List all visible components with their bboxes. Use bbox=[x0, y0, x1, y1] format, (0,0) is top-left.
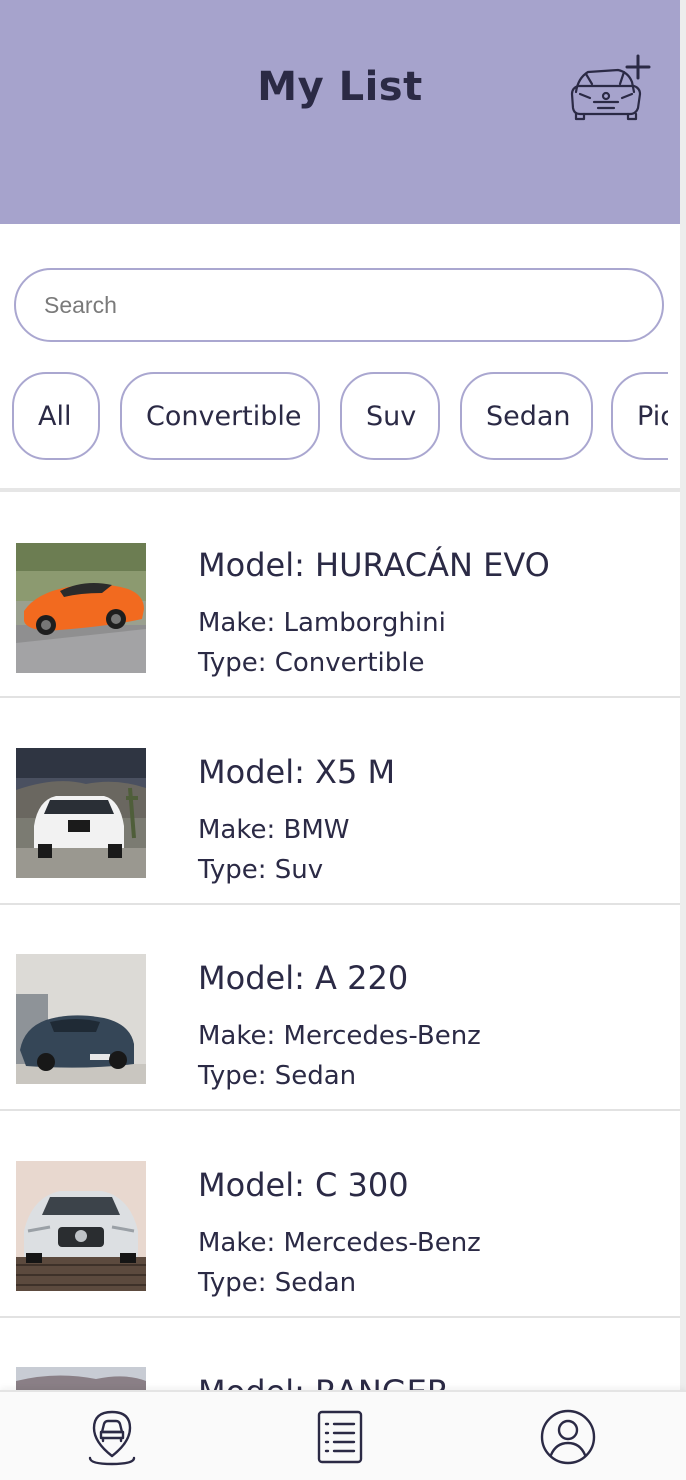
car-make: Make: Mercedes-Benz bbox=[198, 1228, 481, 1258]
pickup-photo bbox=[16, 1367, 146, 1390]
list-item[interactable]: Model: A 220 Make: Mercedes-Benz Type: S… bbox=[0, 905, 680, 1111]
car-make: Make: BMW bbox=[198, 815, 350, 845]
filter-chip-pickup[interactable]: Pickup bbox=[611, 372, 668, 460]
list-icon bbox=[317, 1410, 363, 1464]
car-make: Make: Lamborghini bbox=[198, 608, 446, 638]
car-type: Type: Suv bbox=[198, 855, 324, 885]
filter-chip-all[interactable]: All bbox=[12, 372, 100, 460]
car-model: Model: C 300 bbox=[198, 1166, 409, 1204]
add-car-button[interactable] bbox=[566, 52, 656, 122]
filter-chip-suv[interactable]: Suv bbox=[340, 372, 440, 460]
list-item[interactable]: Model: HURACÁN EVO Make: Lamborghini Typ… bbox=[0, 492, 680, 698]
car-list[interactable]: Model: HURACÁN EVO Make: Lamborghini Typ… bbox=[0, 492, 680, 1390]
white-suv-photo bbox=[16, 748, 146, 878]
chip-label: Convertible bbox=[146, 400, 302, 432]
app-header: My List bbox=[0, 0, 680, 224]
dark-blue-sedan-photo bbox=[16, 954, 146, 1084]
car-model: Model: X5 M bbox=[198, 753, 396, 791]
silver-sedan-photo bbox=[16, 1161, 146, 1291]
chip-label: All bbox=[38, 400, 72, 432]
chip-label: Suv bbox=[366, 400, 417, 432]
car-type: Type: Sedan bbox=[198, 1061, 357, 1091]
chip-label: Sedan bbox=[486, 400, 571, 432]
filter-chip-sedan[interactable]: Sedan bbox=[460, 372, 593, 460]
filter-chip-convertible[interactable]: Convertible bbox=[120, 372, 320, 460]
nav-map-button[interactable] bbox=[84, 1406, 144, 1468]
scroll-edge bbox=[680, 0, 686, 1480]
chip-label: Pickup bbox=[637, 400, 668, 432]
search-input[interactable] bbox=[14, 268, 664, 342]
car-type: Type: Sedan bbox=[198, 1268, 357, 1298]
car-plus-icon bbox=[570, 54, 651, 121]
car-location-icon bbox=[88, 1410, 136, 1466]
list-item[interactable]: Model: C 300 Make: Mercedes-Benz Type: S… bbox=[0, 1112, 680, 1318]
search-bar bbox=[14, 268, 664, 342]
profile-icon bbox=[540, 1409, 596, 1465]
car-make: Make: Mercedes-Benz bbox=[198, 1021, 481, 1051]
filter-chips: All Convertible Suv Sedan Pickup bbox=[0, 370, 668, 462]
car-model: Model: RANGER bbox=[198, 1373, 449, 1390]
orange-sports-car-photo bbox=[16, 543, 146, 673]
nav-list-button[interactable] bbox=[310, 1406, 370, 1468]
list-item[interactable]: Model: X5 M Make: BMW Type: Suv bbox=[0, 699, 680, 905]
car-type: Type: Convertible bbox=[198, 648, 425, 678]
list-item[interactable]: Model: RANGER bbox=[0, 1319, 680, 1390]
car-model: Model: A 220 bbox=[198, 959, 409, 997]
car-model: Model: HURACÁN EVO bbox=[198, 546, 550, 584]
nav-profile-button[interactable] bbox=[538, 1406, 598, 1468]
bottom-nav bbox=[0, 1390, 686, 1480]
